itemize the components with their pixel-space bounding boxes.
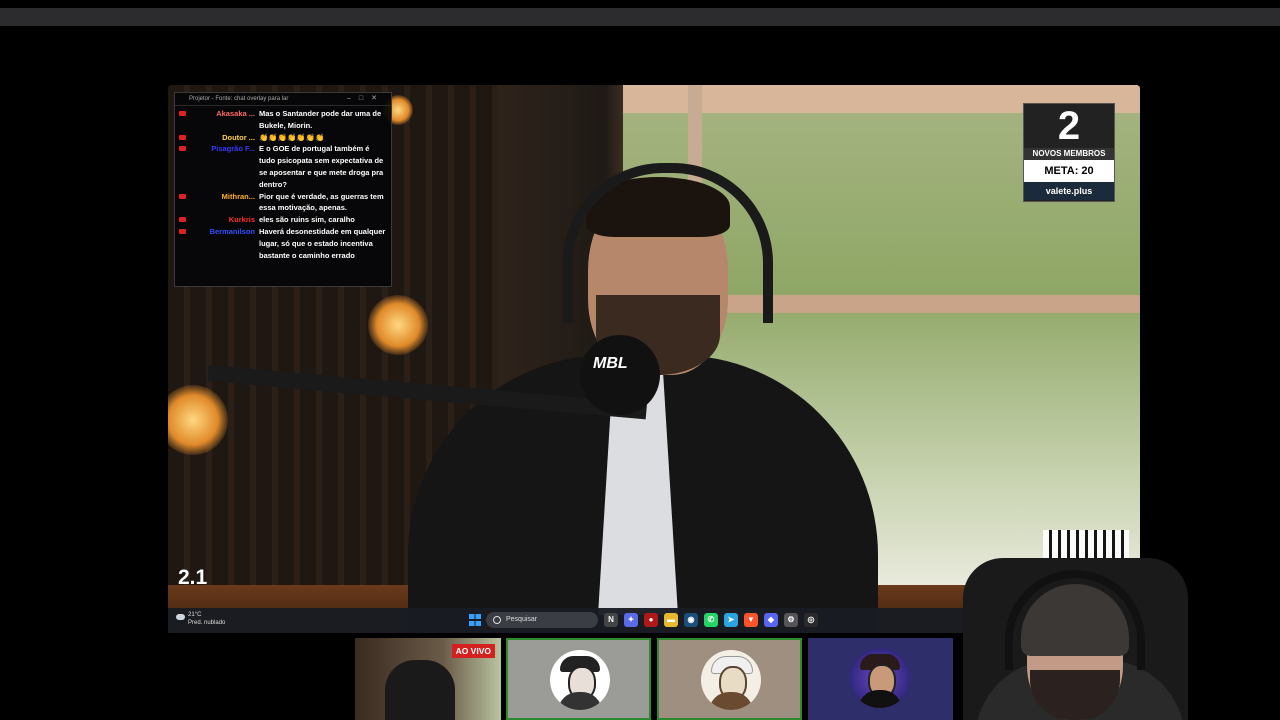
chat-overlay[interactable]: Projetor - Fonte: chat overlay para lar …: [174, 92, 392, 287]
chat-message: Kurkris eles são ruins sim, caralho: [179, 214, 387, 226]
chat-text: 👏👏👏👏👏👏👏: [259, 132, 325, 142]
chat-username[interactable]: Pisagrão F...: [189, 143, 259, 190]
chat-username[interactable]: Mithran...: [189, 191, 259, 215]
new-members-count: 2: [1057, 104, 1081, 148]
chat-window-title: Projetor - Fonte: chat overlay para lar …: [175, 93, 391, 106]
chat-message: Doutor ... 👏👏👏👏👏👏👏: [179, 132, 387, 144]
top-strip: [0, 8, 1280, 26]
chat-username[interactable]: Akasaka ...: [189, 108, 259, 132]
taskbar-search[interactable]: Pesquisar: [486, 612, 598, 628]
avatar: [850, 648, 910, 708]
weather-widget[interactable]: 21°C Pred. nublado: [176, 611, 225, 627]
youtube-badge-icon: [179, 214, 189, 226]
chat-text: Pior que é verdade, as guerras tem essa …: [259, 191, 384, 213]
chat-username[interactable]: Bermanilson: [189, 226, 259, 261]
microphone: [580, 335, 660, 415]
avatar-body: [709, 692, 753, 710]
discord-icon[interactable]: ◆: [764, 613, 778, 627]
thumbnail-avatar-1[interactable]: [506, 638, 651, 720]
youtube-badge-icon: [179, 226, 189, 261]
chat-message: Akasaka ... Mas o Santander pode dar uma …: [179, 108, 387, 132]
avatar: [701, 650, 761, 710]
thumbnail-avatar-2[interactable]: [657, 638, 802, 720]
overlay-number: 2.1: [178, 566, 208, 589]
chat-text: Haverá desonestidade em qualquer lugar, …: [259, 226, 386, 260]
news-app-icon[interactable]: N: [604, 613, 618, 627]
live-badge: AO VIVO: [451, 644, 495, 658]
avatar-body: [858, 690, 902, 708]
youtube-badge-icon: [179, 143, 189, 190]
thumbnail-person: [385, 660, 455, 720]
copilot-icon[interactable]: ✦: [624, 613, 638, 627]
whatsapp-icon[interactable]: ✆: [704, 613, 718, 627]
goal-text: META: 20: [1024, 160, 1114, 182]
youtube-badge-icon: [179, 191, 189, 215]
chat-username[interactable]: Kurkris: [189, 214, 259, 226]
telegram-icon[interactable]: ➤: [724, 613, 738, 627]
window-controls[interactable]: –□✕: [347, 93, 385, 105]
chat-text: eles são ruins sim, caralho: [259, 215, 355, 225]
weather-desc: Pred. nublado: [188, 620, 226, 626]
windows-start-icon[interactable]: [469, 614, 481, 626]
settings-icon[interactable]: ⚙: [784, 613, 798, 627]
cloud-icon: [176, 614, 185, 620]
chat-message: Pisagrão F... E o GOE de portugal também …: [179, 143, 387, 190]
chat-title-text: Projetor - Fonte: chat overlay para lar: [189, 96, 289, 102]
taskbar-apps: N ✦ ● ▬ ◉ ✆ ➤ ▼ ◆ ⚙ ◎: [604, 613, 818, 627]
avatar: [550, 650, 610, 710]
chat-username[interactable]: Doutor ...: [189, 132, 259, 144]
mic-logo: MBL: [593, 355, 628, 372]
thumbnail-avatar-3[interactable]: [808, 638, 953, 720]
site-url: valete.plus: [1024, 182, 1114, 200]
search-placeholder: Pesquisar: [506, 616, 538, 623]
steam-icon[interactable]: ◉: [684, 613, 698, 627]
subscriber-goal-widget: 2 NOVOS MEMBROS META: 20 valete.plus: [1023, 103, 1115, 202]
new-members-label: NOVOS MEMBROS: [1024, 148, 1114, 160]
chat-messages: Akasaka ... Mas o Santander pode dar uma …: [175, 106, 391, 261]
youtube-badge-icon: [179, 132, 189, 144]
record-app-icon[interactable]: ●: [644, 613, 658, 627]
thumbnail-live[interactable]: AO VIVO: [355, 638, 501, 720]
windows-taskbar: 21°C Pred. nublado Pesquisar N ✦ ● ▬ ◉ ✆ ➤ ▼ ◆ ⚙ ◎: [168, 608, 963, 633]
chat-text: E o GOE de portugal também é tudo psicop…: [259, 144, 384, 189]
weather-temp: 21°C: [188, 612, 202, 618]
search-icon: [493, 616, 501, 624]
streamer-webcam: [935, 540, 1195, 720]
obs-icon[interactable]: ◎: [804, 613, 818, 627]
chat-message: Mithran... Pior que é verdade, as guerras…: [179, 191, 387, 215]
file-explorer-icon[interactable]: ▬: [664, 613, 678, 627]
top-bar: [0, 0, 1280, 26]
chat-text: Mas o Santander pode dar uma de Bukele, …: [259, 109, 382, 130]
avatar-body: [558, 692, 602, 710]
brave-icon[interactable]: ▼: [744, 613, 758, 627]
light-bulb: [368, 295, 428, 355]
youtube-badge-icon: [179, 108, 189, 132]
chat-message: Bermanilson Haverá desonestidade em qualq…: [179, 226, 387, 261]
